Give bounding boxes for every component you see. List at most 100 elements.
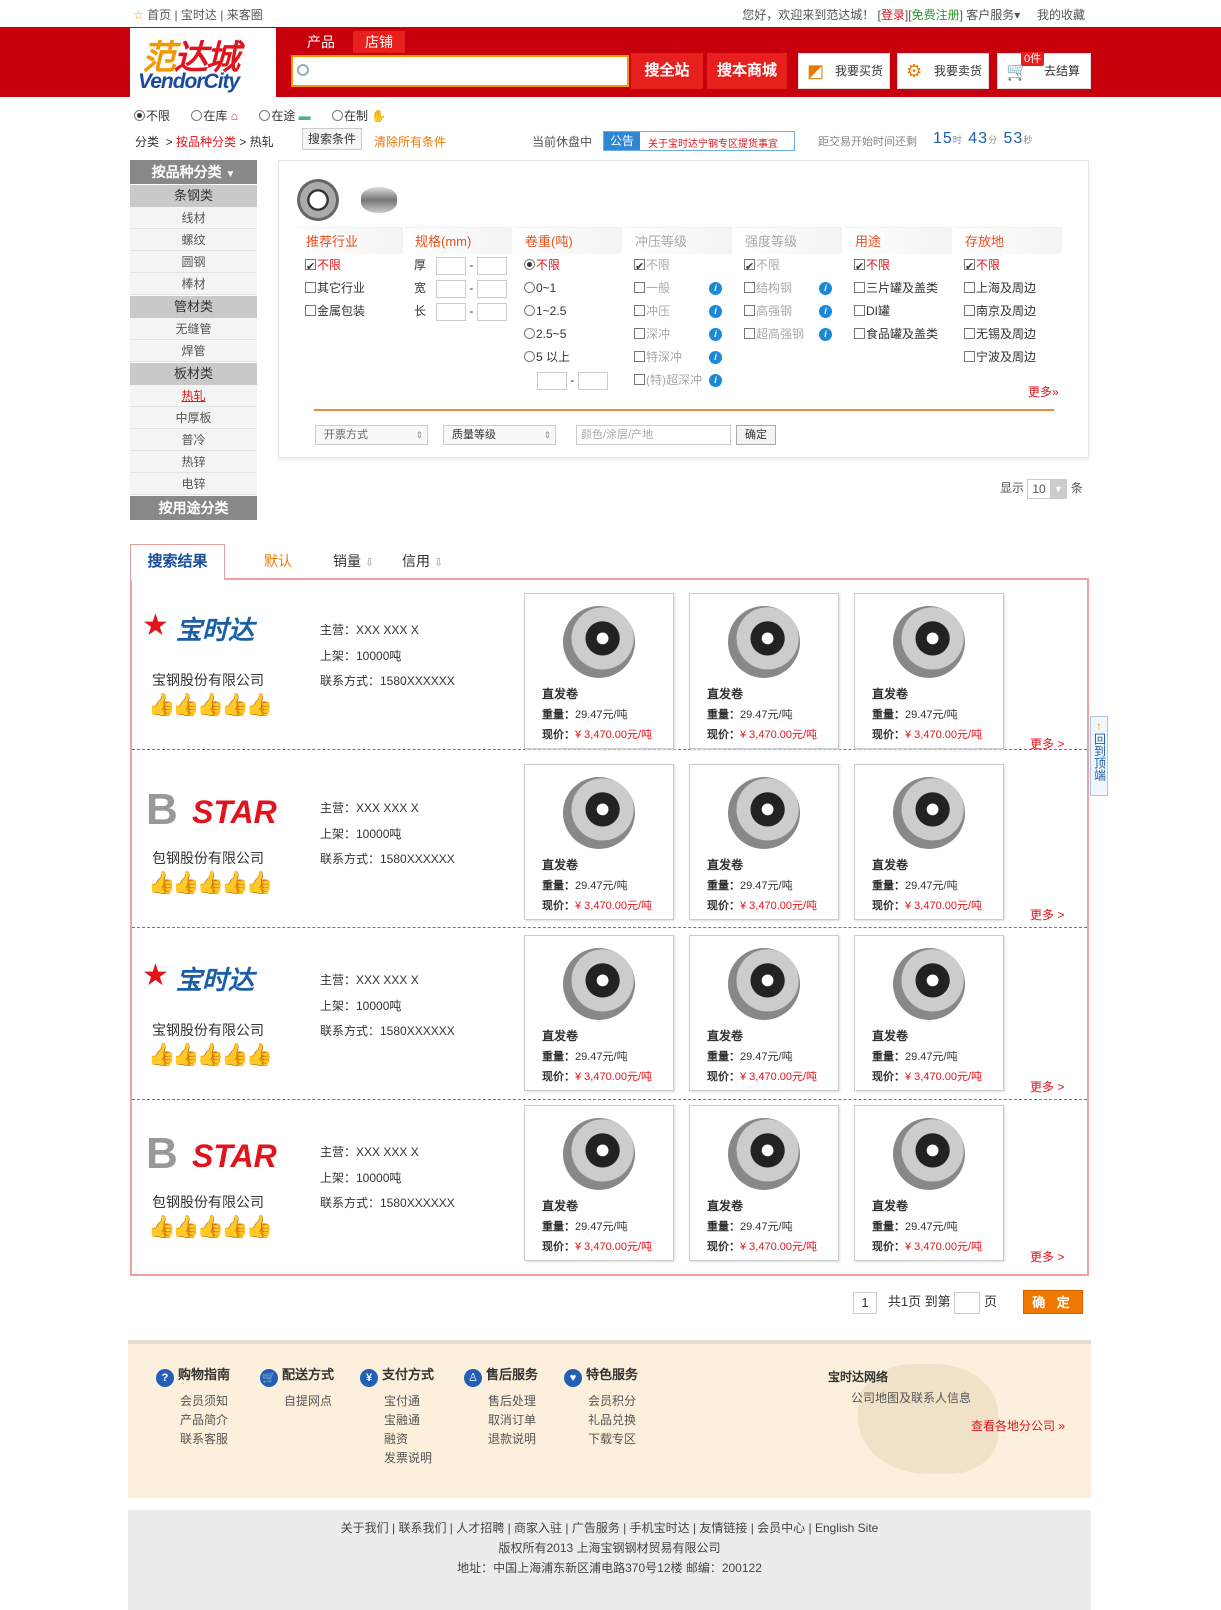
footer-link[interactable]: 礼品兑换 <box>588 1413 636 1427</box>
filter-option[interactable]: 1~2.5 <box>515 300 622 323</box>
row-more-link[interactable]: 更多 > <box>1030 735 1064 752</box>
supplier-logo[interactable]: B STAR <box>142 1130 312 1178</box>
footer-link[interactable]: 产品简介 <box>180 1413 228 1427</box>
filter-option[interactable]: 超高强钢 i <box>735 323 842 346</box>
product-card[interactable]: 直发卷 重量：29.47元/吨 现价：¥ 3,470.00元/吨 <box>854 593 1004 749</box>
product-card[interactable]: 直发卷 重量：29.47元/吨 现价：¥ 3,470.00元/吨 <box>689 593 839 749</box>
sidebar-item[interactable]: 焊管 <box>130 340 257 362</box>
branches-link[interactable]: 查看各地分公司 » <box>971 1417 1065 1434</box>
sort-credit[interactable]: 信用 ⇩ <box>402 551 443 571</box>
filter-option[interactable]: 不限 <box>735 254 842 279</box>
weight-min-input[interactable] <box>537 371 567 390</box>
quality-select[interactable]: 质量等级 <box>443 425 556 445</box>
supplier-logo[interactable]: B STAR <box>142 786 312 834</box>
stock-opt-instock[interactable]: 在库 ⌂ <box>191 109 238 123</box>
product-card[interactable]: 直发卷 重量：29.47元/吨 现价：¥ 3,470.00元/吨 <box>689 764 839 920</box>
filter-option[interactable]: 其它行业 <box>296 277 403 300</box>
filter-option[interactable]: 不限 <box>955 254 1062 279</box>
filter-option[interactable]: 上海及周边 <box>955 277 1062 300</box>
sidebar-item[interactable]: 电锌 <box>130 473 257 495</box>
search-input[interactable] <box>291 55 629 87</box>
stock-opt-transit[interactable]: 在途 ▬ <box>259 109 311 123</box>
info-icon[interactable]: i <box>709 282 722 295</box>
filter-option[interactable]: 0~1 <box>515 277 622 300</box>
attrs-input[interactable]: 颜色/涂层/产地 <box>576 425 731 445</box>
company-name[interactable]: 宝钢股份有限公司 <box>152 1020 264 1040</box>
filter-option[interactable]: 高强钢 i <box>735 300 842 323</box>
filter-option[interactable]: 三片罐及盖类 <box>845 277 952 300</box>
clear-conditions-link[interactable]: 清除所有条件 <box>374 133 446 150</box>
coil-thumb[interactable] <box>297 179 339 221</box>
map-info-link[interactable]: 公司地图及联系人信息 <box>851 1389 971 1406</box>
back-to-top-button[interactable]: ↑ 回到顶端 <box>1090 716 1108 796</box>
login-link[interactable]: 登录 <box>881 8 905 22</box>
spec-max-input[interactable] <box>476 256 507 275</box>
company-name[interactable]: 包钢股份有限公司 <box>152 1192 264 1212</box>
sidebar-head-usage[interactable]: 按用途分类 <box>130 496 257 520</box>
filter-option[interactable]: 宁波及周边 <box>955 346 1062 369</box>
spec-max-input[interactable] <box>476 302 507 321</box>
page-jump-button[interactable]: 确 定 <box>1023 1290 1083 1314</box>
info-icon[interactable]: i <box>819 305 832 318</box>
product-card[interactable]: 直发卷 重量：29.47元/吨 现价：¥ 3,470.00元/吨 <box>524 593 674 749</box>
tab-search-results[interactable]: 搜索结果 <box>130 544 225 580</box>
filter-option[interactable]: 结构钢 i <box>735 277 842 300</box>
footer-link[interactable]: 宝付通 <box>384 1394 420 1408</box>
filter-option[interactable]: 不限 <box>515 254 622 277</box>
top-nav-baoshida[interactable]: 宝时达 <box>181 8 217 22</box>
product-card[interactable]: 直发卷 重量：29.47元/吨 现价：¥ 3,470.00元/吨 <box>854 764 1004 920</box>
info-icon[interactable]: i <box>819 328 832 341</box>
notice-text[interactable]: 关于宝时达宁钢专区提货事宜 <box>648 135 778 150</box>
sort-sales[interactable]: 销量 ⇩ <box>333 551 374 571</box>
filter-more-link[interactable]: 更多» <box>1028 383 1059 400</box>
breadcrumb-root[interactable]: 分类 <box>135 135 159 149</box>
tab-shops[interactable]: 店铺 <box>353 31 405 53</box>
footer-link[interactable]: 融资 <box>384 1432 408 1446</box>
filter-option[interactable]: 金属包装 <box>296 300 403 323</box>
filter-option[interactable]: 南京及周边 <box>955 300 1062 323</box>
filter-option[interactable]: 不限 <box>625 254 732 279</box>
footer-link[interactable]: 联系客服 <box>180 1432 228 1446</box>
page-number[interactable]: 1 <box>853 1291 877 1314</box>
spec-max-input[interactable] <box>476 279 507 298</box>
sidebar-item[interactable]: 普冷 <box>130 429 257 451</box>
filter-option[interactable]: 5 以上 <box>515 346 622 369</box>
product-card[interactable]: 直发卷 重量：29.47元/吨 现价：¥ 3,470.00元/吨 <box>524 764 674 920</box>
product-card[interactable]: 直发卷 重量：29.47元/吨 现价：¥ 3,470.00元/吨 <box>524 935 674 1091</box>
service-menu[interactable]: 客户服务▾ <box>966 8 1020 22</box>
top-nav-laikequan[interactable]: 来客圈 <box>227 8 263 22</box>
footer-link[interactable]: 发票说明 <box>384 1451 432 1465</box>
filter-ok-button[interactable]: 确定 <box>736 425 776 445</box>
page-size-select[interactable]: 10 <box>1027 479 1068 499</box>
filter-option[interactable]: 冲压 i <box>625 300 732 323</box>
sidebar-group-title[interactable]: 管材类 <box>130 296 257 318</box>
product-card[interactable]: 直发卷 重量：29.47元/吨 现价：¥ 3,470.00元/吨 <box>854 1105 1004 1261</box>
buy-button[interactable]: ◩ 我要买货 <box>798 53 890 89</box>
filter-option[interactable]: 无锡及周边 <box>955 323 1062 346</box>
sidebar-item[interactable]: 热锌 <box>130 451 257 473</box>
sidebar-group-title[interactable]: 板材类 <box>130 363 257 385</box>
logo[interactable]: 范达城 VendorCity <box>130 28 276 98</box>
footer-link[interactable]: 会员积分 <box>588 1394 636 1408</box>
sidebar-item-active[interactable]: 热轧 <box>130 385 257 407</box>
company-name[interactable]: 宝钢股份有限公司 <box>152 670 264 690</box>
footer-link[interactable]: 宝融通 <box>384 1413 420 1427</box>
sidebar-item[interactable]: 螺纹 <box>130 229 257 251</box>
footer-link[interactable]: 下载专区 <box>588 1432 636 1446</box>
search-conditions-button[interactable]: 搜索条件 <box>302 128 362 150</box>
product-card[interactable]: 直发卷 重量：29.47元/吨 现价：¥ 3,470.00元/吨 <box>689 935 839 1091</box>
supplier-logo[interactable]: ★ 宝时达 <box>142 958 312 1006</box>
weight-max-input[interactable] <box>577 371 608 390</box>
filter-option[interactable]: 不限 <box>845 254 952 279</box>
spec-min-input[interactable] <box>436 256 467 275</box>
tab-products[interactable]: 产品 <box>295 31 347 53</box>
search-mall-button[interactable]: 搜本商城 <box>707 53 787 89</box>
stock-opt-any[interactable]: 不限 <box>134 109 170 123</box>
sidebar-head-variety[interactable]: 按品种分类 ▼ <box>130 160 257 184</box>
filter-option[interactable]: 食品罐及盖类 <box>845 323 952 346</box>
info-icon[interactable]: i <box>709 351 722 364</box>
register-link[interactable]: 免费注册 <box>912 8 960 22</box>
info-icon[interactable]: i <box>709 374 722 387</box>
spec-min-input[interactable] <box>436 279 467 298</box>
row-more-link[interactable]: 更多 > <box>1030 1078 1064 1095</box>
